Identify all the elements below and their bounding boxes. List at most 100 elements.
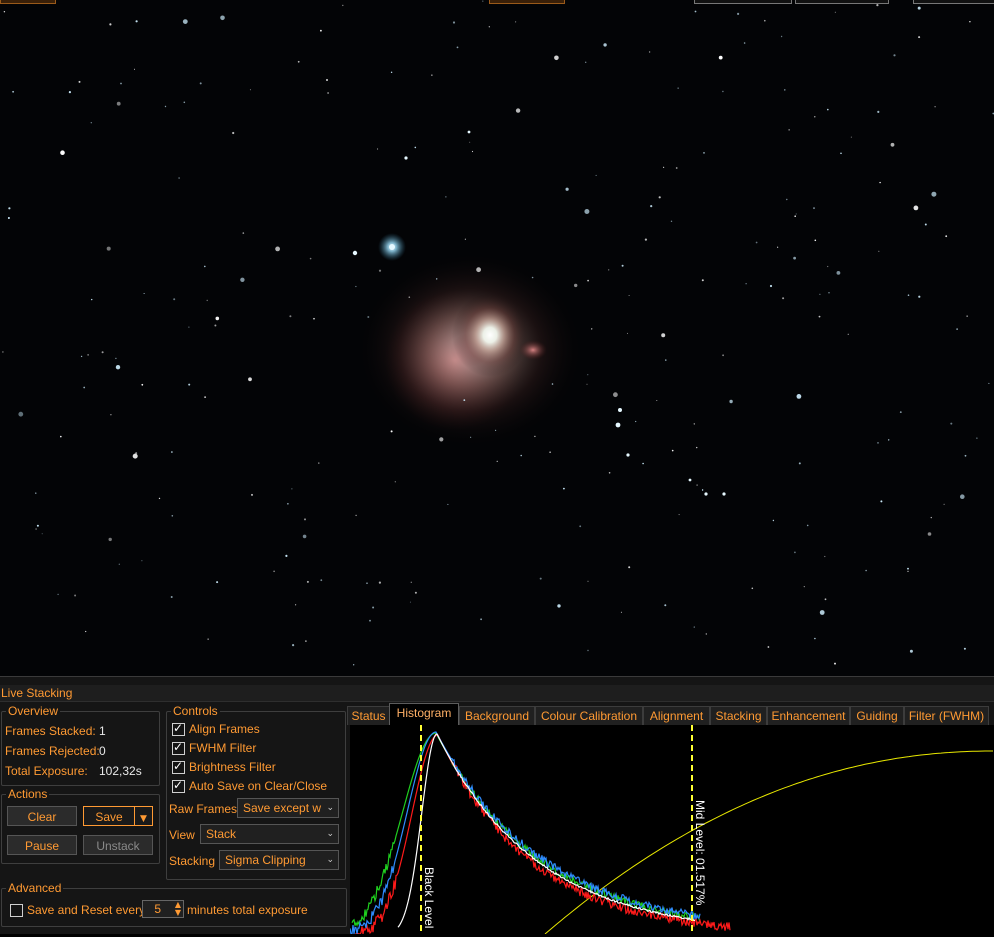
advanced-label: Advanced — [6, 881, 64, 895]
star — [893, 54, 896, 57]
tab-guiding[interactable]: Guiding — [850, 706, 904, 725]
star — [101, 351, 104, 354]
star — [132, 453, 138, 459]
star — [464, 238, 466, 240]
star — [291, 488, 293, 490]
save-reset-checkbox[interactable] — [10, 904, 23, 917]
star — [74, 594, 77, 597]
star — [78, 80, 81, 83]
histogram-view[interactable]: Black Level Mid Level: 01.517% — [349, 725, 994, 935]
pause-button[interactable]: Pause — [7, 835, 77, 855]
star — [215, 316, 220, 321]
total-exposure-value: 102,32s — [99, 764, 142, 778]
stacking-select[interactable]: Sigma Clipping ⌄ — [219, 850, 339, 870]
star — [827, 108, 829, 111]
bright-star — [467, 130, 471, 134]
minutes-spinner[interactable]: 5 ▲ ▼ — [142, 900, 184, 918]
image-viewer[interactable] — [0, 0, 994, 676]
star — [320, 579, 323, 582]
star — [827, 265, 829, 268]
star — [355, 514, 357, 517]
tab-histogram[interactable]: Histogram — [389, 703, 459, 725]
star — [591, 328, 593, 330]
save-reset-label: Save and Reset every — [27, 903, 146, 917]
star — [143, 293, 145, 294]
unstack-button[interactable]: Unstack — [83, 835, 153, 855]
star — [173, 298, 176, 301]
tab-filter-fwhm[interactable]: Filter (FWHM) — [904, 706, 989, 725]
star — [703, 152, 705, 154]
star — [907, 294, 910, 297]
tab-enhancement[interactable]: Enhancement — [767, 706, 850, 725]
view-label: View — [169, 828, 195, 842]
bright-star — [615, 422, 621, 428]
tab-alignment[interactable]: Alignment — [643, 706, 710, 725]
frames-stacked-label: Frames Stacked: — [5, 724, 96, 738]
clear-button[interactable]: Clear — [7, 806, 77, 826]
star — [917, 6, 921, 10]
align-frames-checkbox[interactable] — [172, 721, 185, 736]
star — [737, 12, 740, 15]
star — [309, 257, 312, 260]
star — [907, 567, 909, 570]
star — [663, 166, 665, 168]
bright-star — [722, 492, 726, 496]
star — [964, 454, 967, 457]
star — [320, 29, 322, 32]
star — [170, 596, 173, 598]
star — [394, 481, 396, 483]
star — [677, 87, 679, 89]
view-select[interactable]: Stack ⌄ — [200, 824, 339, 844]
star — [476, 267, 481, 273]
histogram-luminance — [397, 733, 695, 928]
raw-frames-select[interactable]: Save except w ⌄ — [237, 798, 339, 818]
star — [445, 196, 447, 198]
star — [813, 207, 815, 210]
tab-colour-calibration[interactable]: Colour Calibration — [535, 706, 643, 725]
star — [366, 582, 368, 584]
save-dropdown-button[interactable]: ▼ — [134, 806, 153, 826]
star — [369, 619, 371, 622]
total-exposure-row: Total Exposure: 102,32s — [5, 764, 142, 778]
live-stacking-panel: Live Stacking Overview Frames Stacked: 1… — [0, 676, 994, 935]
star — [642, 462, 644, 465]
tab-stacking[interactable]: Stacking — [710, 706, 767, 725]
star — [297, 60, 300, 63]
star — [471, 150, 474, 153]
star — [956, 328, 958, 330]
star — [603, 43, 607, 47]
star — [661, 333, 666, 338]
star — [57, 593, 59, 596]
star — [745, 283, 747, 285]
star — [913, 205, 919, 211]
star — [701, 279, 704, 282]
spinner-arrows-icon[interactable]: ▲ ▼ — [175, 901, 181, 917]
save-button[interactable]: Save — [83, 806, 135, 826]
star — [696, 484, 698, 486]
star — [878, 250, 880, 252]
star — [35, 492, 37, 494]
star — [635, 420, 637, 423]
auto-save-checkbox[interactable] — [172, 778, 185, 793]
fwhm-filter-label: FWHM Filter — [189, 741, 257, 755]
star — [818, 315, 821, 318]
star — [793, 256, 796, 260]
star — [171, 515, 174, 517]
star — [988, 382, 990, 384]
star — [439, 437, 444, 442]
star — [880, 500, 883, 503]
star — [164, 105, 167, 108]
star — [539, 577, 542, 580]
tab-status[interactable]: Status — [347, 706, 390, 725]
star — [206, 299, 208, 302]
star — [204, 265, 206, 268]
star — [3, 11, 6, 13]
star — [621, 264, 624, 267]
fwhm-filter-checkbox[interactable] — [172, 740, 185, 755]
frames-rejected-row: Frames Rejected: 0 — [5, 744, 106, 758]
star — [534, 435, 536, 438]
brightness-filter-checkbox[interactable] — [172, 759, 185, 774]
tab-background[interactable]: Background — [459, 706, 535, 725]
star — [678, 514, 680, 516]
star — [302, 534, 307, 539]
